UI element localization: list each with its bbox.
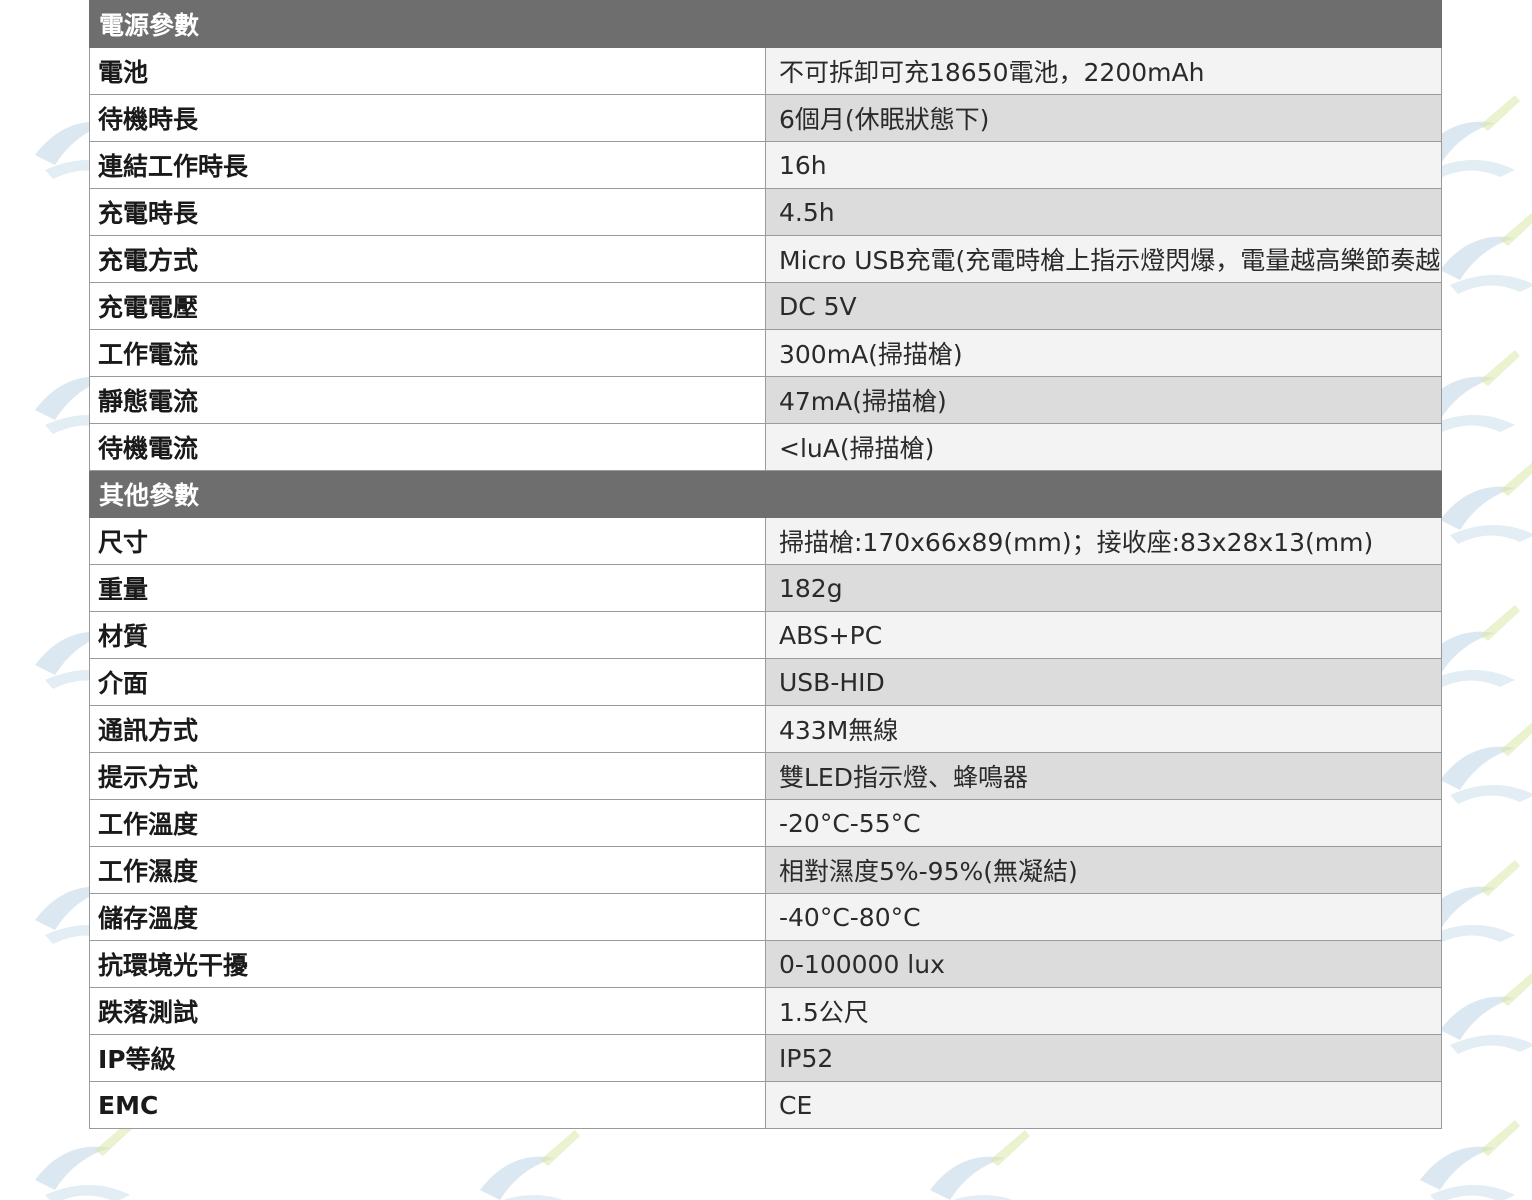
spec-row: 介面 USB-HID bbox=[89, 658, 1442, 706]
section-title: 其他參數 bbox=[89, 470, 1442, 518]
spec-label: 工作溫度 bbox=[89, 799, 766, 847]
spec-row: 連結工作時長 16h bbox=[89, 141, 1442, 189]
spec-value: 47mA(掃描槍) bbox=[765, 376, 1442, 424]
section-header: 其他參數 bbox=[89, 470, 1442, 518]
spec-value: 300mA(掃描槍) bbox=[765, 329, 1442, 377]
spec-value: 16h bbox=[765, 141, 1442, 189]
spec-value: 6個月(休眠狀態下) bbox=[765, 94, 1442, 142]
spec-value: 雙LED指示燈、蜂鳴器 bbox=[765, 752, 1442, 800]
spec-label: 重量 bbox=[89, 564, 766, 612]
spec-table-body: 電源參數 電池 不可拆卸可充18650電池，2200mAh 待機時長 6個月(休眠狀態下… bbox=[89, 0, 1442, 1129]
spec-label: EMC bbox=[89, 1081, 766, 1129]
spec-row: 儲存溫度 -40°C-80°C bbox=[89, 893, 1442, 941]
spec-row: 通訊方式 433M無線 bbox=[89, 705, 1442, 753]
spec-value: -40°C-80°C bbox=[765, 893, 1442, 941]
spec-row: 抗環境光干擾 0-100000 lux bbox=[89, 940, 1442, 988]
spec-label: 靜態電流 bbox=[89, 376, 766, 424]
spec-row: 待機電流 <luA(掃描槍) bbox=[89, 423, 1442, 471]
spec-row: 工作溫度 -20°C-55°C bbox=[89, 799, 1442, 847]
spec-label: 尺寸 bbox=[89, 517, 766, 565]
spec-row: 重量 182g bbox=[89, 564, 1442, 612]
spec-row: 靜態電流 47mA(掃描槍) bbox=[89, 376, 1442, 424]
spec-label: 通訊方式 bbox=[89, 705, 766, 753]
spec-table: 電源參數 電池 不可拆卸可充18650電池，2200mAh 待機時長 6個月(休眠狀態下… bbox=[89, 0, 1442, 1129]
spec-label: 電池 bbox=[89, 47, 766, 95]
spec-row: 充電時長 4.5h bbox=[89, 188, 1442, 236]
spec-row: 材質 ABS+PC bbox=[89, 611, 1442, 659]
spec-value: DC 5V bbox=[765, 282, 1442, 330]
spec-value: 182g bbox=[765, 564, 1442, 612]
spec-value: ABS+PC bbox=[765, 611, 1442, 659]
spec-value: USB-HID bbox=[765, 658, 1442, 706]
spec-label: 抗環境光干擾 bbox=[89, 940, 766, 988]
spec-row: 待機時長 6個月(休眠狀態下) bbox=[89, 94, 1442, 142]
spec-value: 433M無線 bbox=[765, 705, 1442, 753]
spec-label: 儲存溫度 bbox=[89, 893, 766, 941]
spec-value: -20°C-55°C bbox=[765, 799, 1442, 847]
spec-row: 工作濕度 相對濕度5%-95%(無凝結) bbox=[89, 846, 1442, 894]
spec-value: CE bbox=[765, 1081, 1442, 1129]
spec-label: IP等級 bbox=[89, 1034, 766, 1082]
spec-value: 不可拆卸可充18650電池，2200mAh bbox=[765, 47, 1442, 95]
spec-row: 工作電流 300mA(掃描槍) bbox=[89, 329, 1442, 377]
spec-row: 尺寸 掃描槍:170x66x89(mm)；接收座:83x28x13(mm) bbox=[89, 517, 1442, 565]
spec-label: 待機時長 bbox=[89, 94, 766, 142]
spec-value: 1.5公尺 bbox=[765, 987, 1442, 1035]
spec-row: 充電方式 Micro USB充電(充電時槍上指示燈閃爆，電量越高樂節奏越慢) bbox=[89, 235, 1442, 283]
section-title: 電源參數 bbox=[89, 0, 1442, 48]
spec-value: Micro USB充電(充電時槍上指示燈閃爆，電量越高樂節奏越慢) bbox=[765, 235, 1442, 283]
spec-row: 電池 不可拆卸可充18650電池，2200mAh bbox=[89, 47, 1442, 95]
spec-value: 相對濕度5%-95%(無凝結) bbox=[765, 846, 1442, 894]
spec-row: 充電電壓 DC 5V bbox=[89, 282, 1442, 330]
spec-row: 跌落測試 1.5公尺 bbox=[89, 987, 1442, 1035]
spec-row: EMC CE bbox=[89, 1081, 1442, 1129]
spec-label: 充電時長 bbox=[89, 188, 766, 236]
spec-label: 充電電壓 bbox=[89, 282, 766, 330]
spec-label: 介面 bbox=[89, 658, 766, 706]
spec-row: 提示方式 雙LED指示燈、蜂鳴器 bbox=[89, 752, 1442, 800]
spec-row: IP等級 IP52 bbox=[89, 1034, 1442, 1082]
spec-value: IP52 bbox=[765, 1034, 1442, 1082]
spec-label: 工作電流 bbox=[89, 329, 766, 377]
spec-label: 待機電流 bbox=[89, 423, 766, 471]
spec-value: 0-100000 lux bbox=[765, 940, 1442, 988]
spec-label: 工作濕度 bbox=[89, 846, 766, 894]
spec-value: <luA(掃描槍) bbox=[765, 423, 1442, 471]
spec-label: 材質 bbox=[89, 611, 766, 659]
spec-label: 跌落測試 bbox=[89, 987, 766, 1035]
spec-value: 掃描槍:170x66x89(mm)；接收座:83x28x13(mm) bbox=[765, 517, 1442, 565]
spec-label: 連結工作時長 bbox=[89, 141, 766, 189]
spec-value: 4.5h bbox=[765, 188, 1442, 236]
spec-label: 提示方式 bbox=[89, 752, 766, 800]
section-header: 電源參數 bbox=[89, 0, 1442, 48]
spec-label: 充電方式 bbox=[89, 235, 766, 283]
